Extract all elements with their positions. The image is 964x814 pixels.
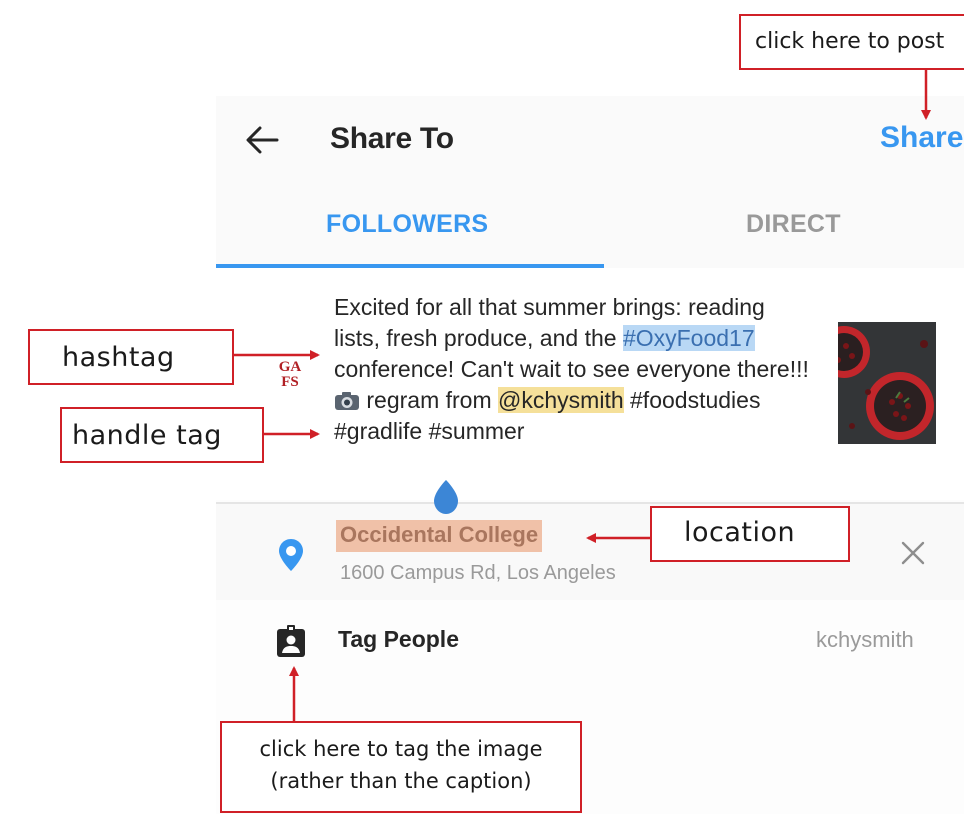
annotation-hashtag: hashtag xyxy=(28,329,234,385)
top-bar: Share To Share xyxy=(216,96,964,184)
tag-person-icon xyxy=(277,625,305,657)
map-pin-icon xyxy=(279,539,303,571)
arrow-left-icon xyxy=(246,126,279,154)
close-icon[interactable] xyxy=(900,540,926,566)
text-cursor-handle-icon[interactable] xyxy=(432,480,460,514)
tagged-user: kchysmith xyxy=(816,627,914,652)
annotation-post: click here to post xyxy=(739,14,964,70)
avatar-line: FS xyxy=(281,374,299,390)
back-button[interactable] xyxy=(242,120,282,160)
audience-tabs: FOLLOWERS DIRECT xyxy=(216,184,964,270)
share-button[interactable]: Share xyxy=(880,121,963,155)
camera-emoji-icon xyxy=(335,392,359,410)
root: Share To Share FOLLOWERS DIRECT GA FS Ex… xyxy=(0,0,964,814)
tab-followers[interactable]: FOLLOWERS xyxy=(326,210,488,239)
caption-area: GA FS Excited for all that summer brings… xyxy=(216,268,964,500)
location-name: Occidental College xyxy=(336,520,543,552)
annotation-location: location xyxy=(650,506,850,562)
annotation-tag-image: click here to tag the image (rather than… xyxy=(220,721,582,813)
annotation-handle-tag: handle tag xyxy=(60,407,264,463)
caption-text: regram from xyxy=(360,387,499,413)
caption-input[interactable]: Excited for all that summer brings: read… xyxy=(334,292,814,447)
handle-highlight: @kchysmith xyxy=(498,387,624,413)
page-title: Share To xyxy=(330,122,454,155)
tab-direct[interactable]: DIRECT xyxy=(746,210,841,239)
avatar-line: GA xyxy=(278,359,302,375)
annotation-line: click here to tag the image xyxy=(259,737,543,761)
food-photo-icon xyxy=(838,322,936,444)
tag-people-row[interactable]: Tag People kchysmith xyxy=(216,600,964,684)
avatar: GA FS xyxy=(272,360,308,396)
share-screen: Share To Share FOLLOWERS DIRECT GA FS Ex… xyxy=(216,96,964,814)
post-thumbnail xyxy=(838,322,936,444)
location-row[interactable]: Occidental College 1600 Campus Rd, Los A… xyxy=(216,502,964,600)
hashtag-highlight: #OxyFood17 xyxy=(622,325,755,351)
tag-people-label: Tag People xyxy=(338,626,459,652)
annotation-line: (rather than the caption) xyxy=(270,769,532,793)
location-address: 1600 Campus Rd, Los Angeles xyxy=(340,562,616,584)
caption-text: conference! Can't wait to see everyone t… xyxy=(334,356,809,382)
